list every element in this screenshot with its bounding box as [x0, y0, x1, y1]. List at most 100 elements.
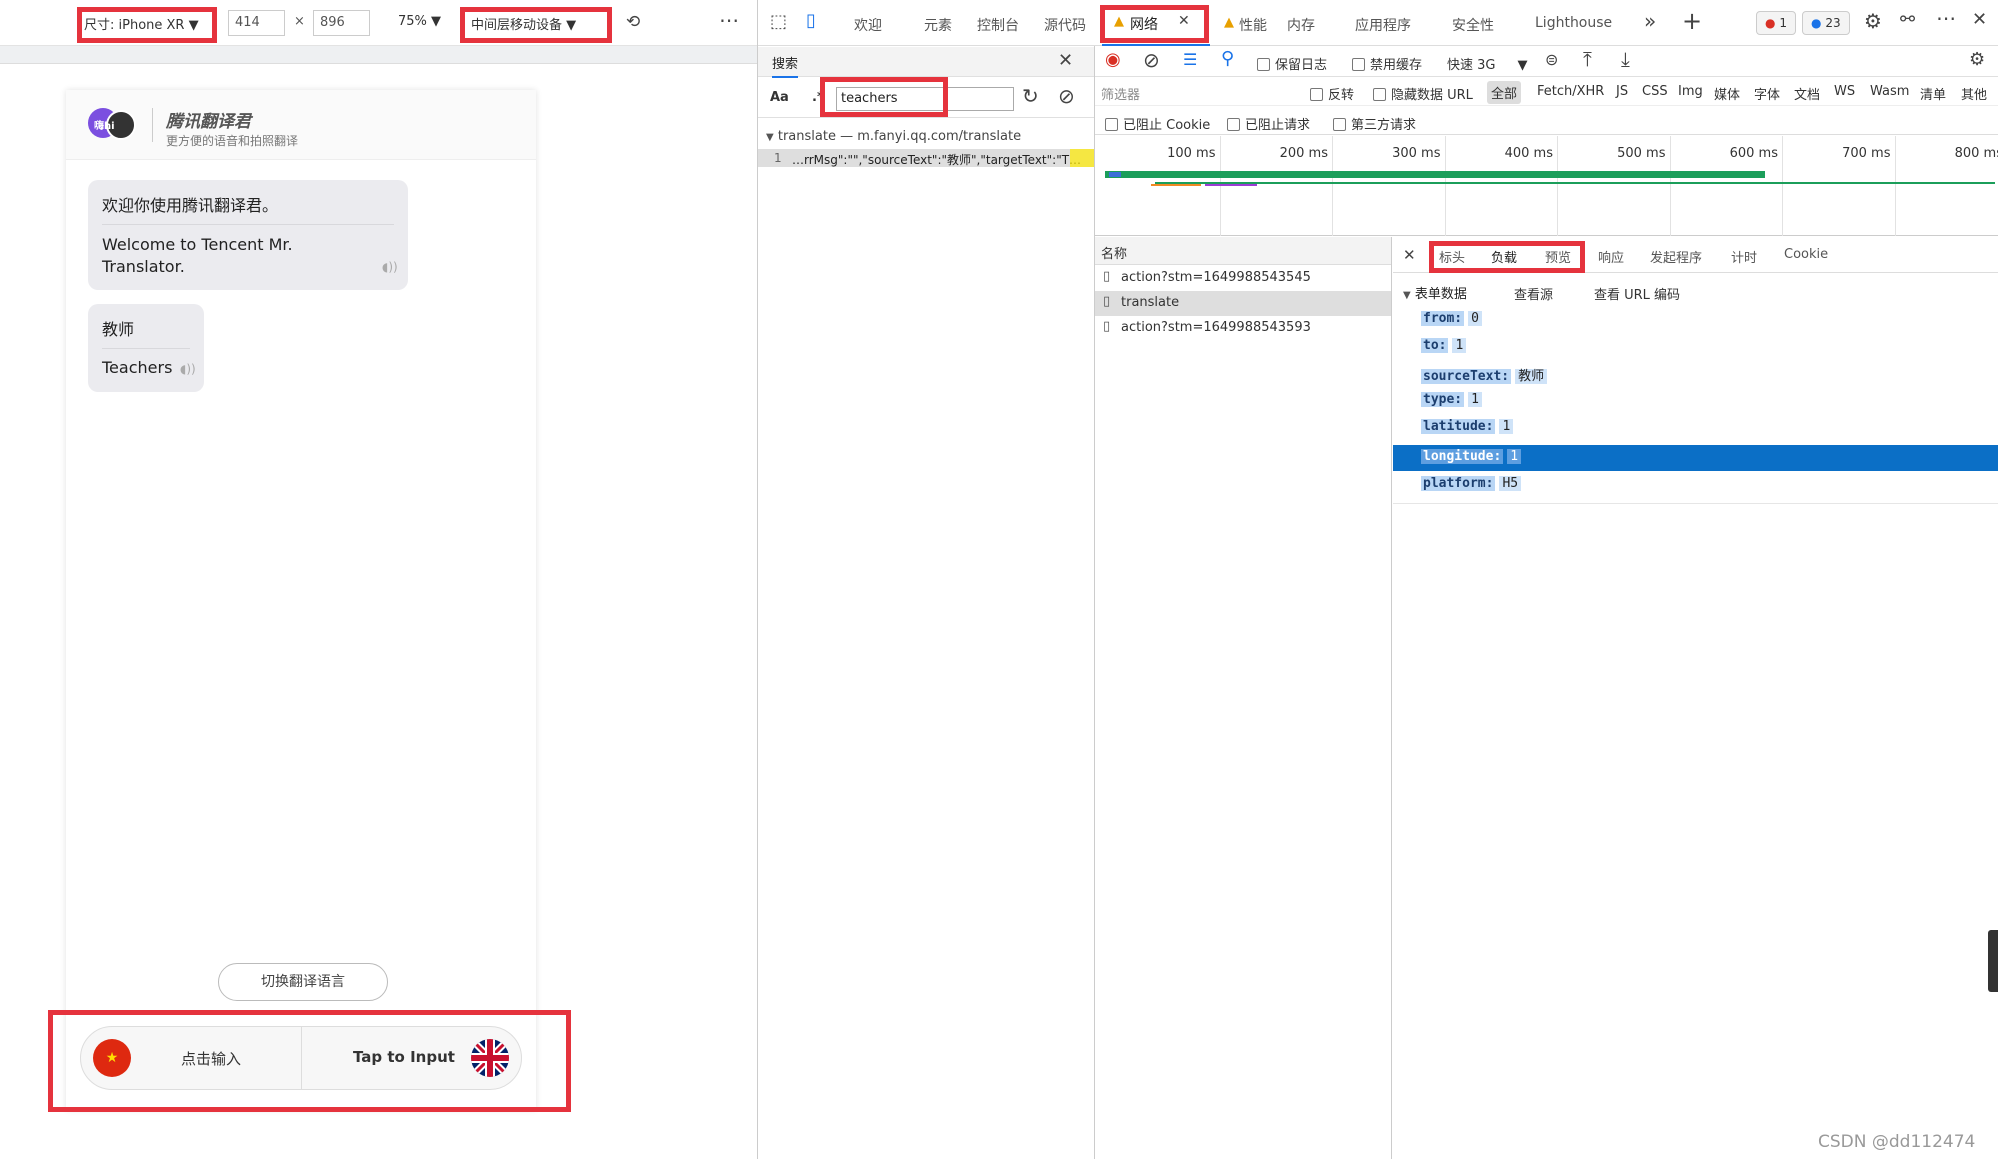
device-toggle-icon[interactable]: ▯ [806, 12, 816, 30]
tap-input-en-button[interactable]: Tap to Input [353, 1048, 455, 1066]
tab-performance[interactable]: 性能 [1239, 15, 1267, 35]
view-url-encoded-link[interactable]: 查看 URL 编码 [1594, 284, 1680, 303]
tab-initiator[interactable]: 发起程序 [1650, 247, 1702, 266]
type-filter-all[interactable]: 全部 [1487, 81, 1522, 104]
tab-network[interactable]: ▲ 网络 ✕ [1102, 6, 1210, 46]
settings-icon[interactable]: ⚙ [1864, 11, 1882, 31]
device-select[interactable]: 尺寸: iPhone XR ▼ [84, 14, 199, 33]
request-row[interactable]: ▯ action?stm=1649988543545 [1095, 266, 1391, 291]
regex-button[interactable]: .* [812, 90, 824, 105]
tab-preview[interactable]: 预览 [1545, 247, 1571, 266]
customize-icon[interactable]: ⋯ [1936, 8, 1956, 28]
form-field-row[interactable]: from: 0 [1421, 311, 1482, 326]
height-input[interactable]: 896 [313, 10, 370, 36]
search-toolbar: Aa .* teachers ↻ ⊘ [758, 78, 1094, 118]
form-field-row[interactable]: to: 1 [1421, 338, 1467, 353]
blocked-cookies-checkbox[interactable]: 已阻止 Cookie [1105, 114, 1210, 133]
chat-bubble-teacher[interactable]: 教师 Teachers ◖)) [88, 304, 204, 392]
import-har-icon[interactable]: ⤒ [1583, 47, 1592, 71]
form-field-row[interactable]: platform: H5 [1421, 476, 1522, 491]
tab-console[interactable]: 控制台 [977, 15, 1019, 35]
export-har-icon[interactable]: ⤓ [1621, 47, 1630, 71]
type-filter-wasm[interactable]: Wasm [1870, 84, 1909, 99]
search-icon[interactable]: ⚲ [1221, 48, 1234, 69]
type-filter-css[interactable]: CSS [1642, 84, 1668, 99]
tab-timing[interactable]: 计时 [1731, 247, 1757, 266]
speaker-icon[interactable]: ◖)) [382, 260, 398, 274]
form-data-section-header[interactable]: ▼ 表单数据 [1403, 283, 1467, 302]
tab-headers[interactable]: 标头 [1439, 247, 1465, 266]
tap-input-zh-button[interactable]: 点击输入 [181, 1048, 241, 1069]
type-filter-js[interactable]: JS [1616, 84, 1628, 99]
width-input[interactable]: 414 [228, 10, 285, 36]
field-value: 1 [1499, 419, 1514, 434]
type-filter-fetch-xhr[interactable]: Fetch/XHR [1537, 84, 1604, 99]
wifi-settings-icon[interactable]: ⊜ [1545, 50, 1558, 69]
request-row[interactable]: ▯ action?stm=1649988543593 [1095, 316, 1391, 341]
network-settings-icon[interactable]: ⚙ [1969, 49, 1985, 70]
third-party-checkbox[interactable]: 第三方请求 [1333, 114, 1416, 133]
inspect-icon[interactable]: ⬚ [770, 13, 787, 31]
network-throttle-select[interactable]: 快速 3G ▼ [1447, 54, 1527, 73]
more-tabs-icon[interactable]: » [1644, 11, 1656, 31]
switch-language-button[interactable]: 切换翻译语言 [218, 963, 388, 1001]
connect-icon[interactable]: ⚯ [1900, 11, 1915, 29]
scroll-handle[interactable] [1988, 930, 1998, 992]
form-field-row[interactable]: sourceText: 教师 [1421, 365, 1548, 384]
tab-lighthouse[interactable]: Lighthouse [1535, 15, 1612, 31]
type-filter-font[interactable]: 字体 [1754, 84, 1780, 103]
form-field-row[interactable]: longitude: 1 [1421, 449, 1522, 464]
form-field-row[interactable]: type: 1 [1421, 392, 1482, 407]
close-devtools-icon[interactable]: ✕ [1972, 11, 1987, 29]
tab-sources[interactable]: 源代码 [1044, 15, 1086, 35]
error-badge[interactable]: ● 1 [1756, 11, 1796, 35]
preserve-log-checkbox[interactable]: 保留日志 [1257, 54, 1327, 73]
add-tab-icon[interactable]: + [1682, 9, 1702, 33]
view-source-link[interactable]: 查看源 [1514, 284, 1553, 303]
chat-bubble-welcome[interactable]: 欢迎你使用腾讯翻译君。 Welcome to Tencent Mr. Trans… [88, 180, 408, 290]
close-tab-icon[interactable]: ✕ [1178, 13, 1190, 29]
disable-cache-checkbox[interactable]: 禁用缓存 [1352, 54, 1422, 73]
network-toolbar: ◉ ⊘ ☰ ⚲ 保留日志 禁用缓存 快速 3G ▼ ⊜ ⤒ ⤓ ⚙ [1095, 47, 1998, 77]
search-input[interactable]: teachers [836, 87, 1014, 111]
zoom-select[interactable]: 75% ▼ [398, 14, 441, 29]
record-icon[interactable]: ◉ [1105, 49, 1121, 70]
more-icon[interactable]: ⋯ [719, 8, 739, 32]
field-key: platform: [1421, 476, 1496, 491]
tab-welcome[interactable]: 欢迎 [854, 15, 882, 35]
request-row-selected[interactable]: ▯ translate [1095, 291, 1391, 316]
filter-icon[interactable]: ☰ [1183, 50, 1197, 69]
request-name: action?stm=1649988543545 [1121, 270, 1311, 285]
tab-memory[interactable]: 内存 [1287, 15, 1315, 35]
tab-response[interactable]: 响应 [1598, 247, 1624, 266]
type-filter-other[interactable]: 其他 [1961, 84, 1987, 103]
hide-data-urls-checkbox[interactable]: 隐藏数据 URL [1373, 84, 1473, 103]
throttle-select[interactable]: 中间层移动设备 ▼ [471, 14, 576, 33]
clear-icon[interactable]: ⊘ [1058, 84, 1075, 108]
tab-application[interactable]: 应用程序 [1355, 15, 1411, 35]
refresh-icon[interactable]: ↻ [1022, 84, 1039, 108]
close-detail-icon[interactable]: ✕ [1403, 246, 1416, 264]
tab-elements[interactable]: 元素 [924, 15, 952, 35]
rotate-icon[interactable]: ⟲ [626, 12, 640, 32]
form-field-row[interactable]: latitude: 1 [1421, 419, 1514, 434]
match-case-button[interactable]: Aa [770, 90, 789, 105]
type-filter-media[interactable]: 媒体 [1714, 84, 1740, 103]
tab-security[interactable]: 安全性 [1452, 15, 1494, 35]
type-filter-doc[interactable]: 文档 [1794, 84, 1820, 103]
clear-log-icon[interactable]: ⊘ [1143, 48, 1160, 72]
name-column-header[interactable]: 名称 [1095, 237, 1391, 265]
speaker-icon[interactable]: ◖)) [180, 362, 196, 376]
close-search-icon[interactable]: ✕ [1058, 50, 1073, 71]
type-filter-ws[interactable]: WS [1834, 84, 1855, 99]
type-filter-img[interactable]: Img [1678, 84, 1703, 99]
blocked-requests-checkbox[interactable]: 已阻止请求 [1227, 114, 1310, 133]
tab-cookies[interactable]: Cookie [1784, 247, 1828, 262]
message-badge[interactable]: ● 23 [1802, 11, 1850, 35]
tab-payload[interactable]: 负载 [1491, 247, 1517, 266]
search-result-line[interactable]: 1 …rrMsg":"","sourceText":"教师","targetTe… [758, 149, 1094, 167]
invert-checkbox[interactable]: 反转 [1310, 84, 1354, 103]
type-filter-manifest[interactable]: 清单 [1920, 84, 1946, 103]
search-result-file[interactable]: ▼ translate — m.fanyi.qq.com/translate [766, 129, 1086, 144]
filter-input[interactable]: 筛选器 [1101, 84, 1297, 103]
